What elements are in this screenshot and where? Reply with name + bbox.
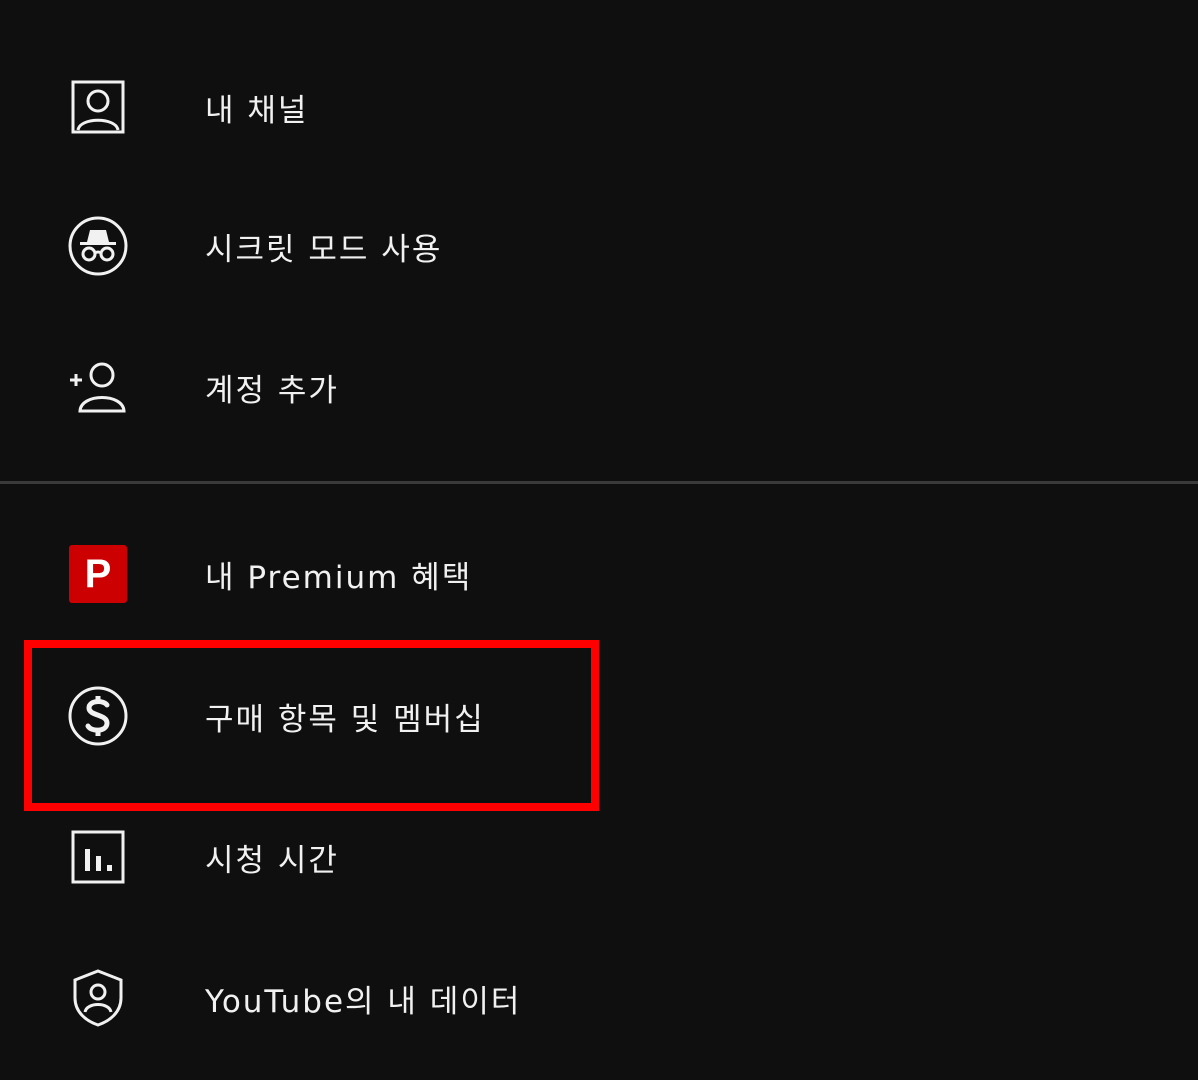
menu-item-incognito[interactable]: 시크릿 모드 사용 [0,186,1198,306]
menu-item-watch-time[interactable]: 시청 시간 [0,797,1198,917]
dollar-circle-icon [66,684,130,748]
account-box-icon [66,75,130,139]
menu-item-purchases-memberships[interactable]: 구매 항목 및 멤버십 [0,656,1198,776]
premium-badge-letter: P [84,551,112,596]
premium-p-icon: P [66,542,130,606]
menu-item-your-data[interactable]: YouTube의 내 데이터 [0,938,1198,1058]
menu-item-add-account[interactable]: 계정 추가 [0,327,1198,447]
menu-item-label: 내 채널 [205,92,309,129]
bar-chart-icon [66,825,130,889]
menu-item-label: YouTube의 내 데이터 [205,983,522,1020]
shield-person-icon [66,966,130,1030]
menu-item-label: 구매 항목 및 멤버십 [205,701,485,738]
menu-item-label: 시청 시간 [205,842,339,879]
incognito-icon [66,214,130,278]
section-divider [0,481,1198,484]
menu-item-label: 내 Premium 혜택 [205,559,473,596]
add-account-icon [66,355,130,419]
menu-item-label: 계정 추가 [205,372,339,409]
menu-item-label: 시크릿 모드 사용 [205,231,443,268]
menu-item-premium-benefits[interactable]: P 내 Premium 혜택 [0,514,1198,634]
menu-item-my-channel[interactable]: 내 채널 [0,47,1198,167]
